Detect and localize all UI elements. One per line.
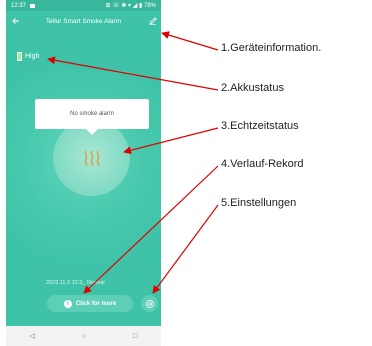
phone-screen: 12:37 ⊞ ☏ ✱ ▾ ◢ ▮ 78% Tellur Smart Smoke… <box>6 0 161 346</box>
status-popup-text: No smoke alarm <box>70 111 114 117</box>
nav-back-button[interactable]: ◁ <box>30 332 35 340</box>
battery-status: High <box>17 52 39 61</box>
click-for-more-label: Click for more <box>75 300 117 307</box>
history-timestamp: 2023.11.3 12:3_ Normal <box>46 280 146 286</box>
android-nav-bar: ◁ ○ □ <box>6 326 161 346</box>
status-time: 12:37 <box>11 2 27 9</box>
edit-icon[interactable] <box>148 15 158 27</box>
arrow-settings <box>152 204 219 294</box>
nav-home-button[interactable]: ○ <box>82 333 86 340</box>
annotation-realtime-status: 3.Echtzeitstatus <box>221 120 299 132</box>
settings-button[interactable] <box>141 295 158 312</box>
popup-pointer <box>85 128 99 135</box>
notification-icon <box>30 3 36 8</box>
annotation-battery-status: 2.Akkustatus <box>221 82 284 94</box>
click-for-more-button[interactable]: i Click for more <box>47 295 133 312</box>
info-icon: i <box>63 299 72 308</box>
annotation-history-record: 4.Verlauf-Rekord <box>221 158 304 170</box>
settings-icon <box>145 299 154 308</box>
status-bar: 12:37 ⊞ ☏ ✱ ▾ ◢ ▮ 78% <box>6 0 161 11</box>
page-title: Tellur Smart Smoke Alarm <box>45 17 122 25</box>
annotation-device-info: 1.Geräteinformation. <box>221 42 322 54</box>
app-bar: Tellur Smart Smoke Alarm <box>6 11 161 31</box>
nav-recent-button[interactable]: □ <box>133 333 137 340</box>
annotation-settings: 5.Einstellungen <box>221 197 297 209</box>
smoke-icon <box>84 150 99 167</box>
status-popup: No smoke alarm <box>35 99 149 129</box>
arrow-device-info <box>161 31 219 51</box>
history-text: 2023.11.3 12:3_ Normal <box>46 280 105 286</box>
battery-icon <box>17 52 22 61</box>
battery-label: High <box>25 53 40 60</box>
status-icons: ⊞ ☏ ✱ ▾ ◢ ▮ 78% <box>105 3 157 9</box>
back-arrow-icon[interactable] <box>11 15 21 27</box>
